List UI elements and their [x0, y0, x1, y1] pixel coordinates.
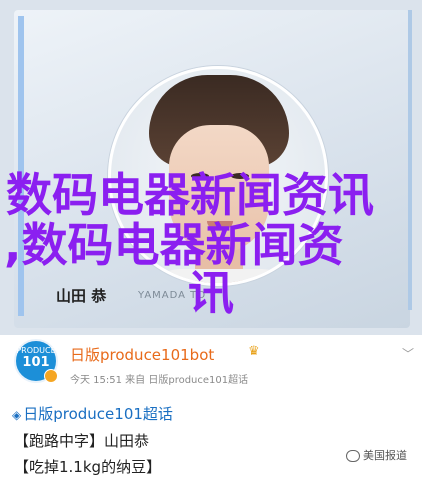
overlay-headline-2: ,数码电器新闻资: [4, 218, 344, 272]
source-watermark-label: 美国报道: [363, 449, 407, 462]
chevron-down-icon[interactable]: ﹀: [402, 345, 414, 362]
post-author-name[interactable]: 日版produce101bot: [70, 344, 214, 365]
diamond-icon: ◈: [12, 408, 22, 422]
weibo-post: PRODUCE 101 日版produce101bot ♛ ﹀ 今天 15:51…: [0, 335, 422, 476]
person-name-label: 山田 恭: [56, 287, 107, 305]
verified-badge-icon: [44, 369, 58, 383]
overlay-headline-1: 数码电器新闻资讯: [6, 168, 374, 222]
post-text-line-1: 【跑路中字】山田恭: [14, 432, 150, 450]
profile-card: 山田 恭 YAMADA TO 数码电器新闻资讯 ,数码电器新闻资 讯: [0, 0, 422, 335]
super-topic-link[interactable]: ◈ 日版produce101超话: [12, 403, 173, 424]
crown-icon: ♛: [248, 344, 260, 359]
super-topic-label: 日版produce101超话: [23, 405, 173, 423]
frame-stripe-right: [408, 10, 412, 310]
wechat-icon: [346, 450, 360, 462]
avatar-text-top: PRODUCE: [16, 346, 56, 355]
source-watermark: 美国报道: [344, 446, 409, 464]
overlay-headline-3: 讯: [188, 266, 234, 320]
post-meta: 今天 15:51 来自 日版produce101超话: [70, 375, 249, 386]
